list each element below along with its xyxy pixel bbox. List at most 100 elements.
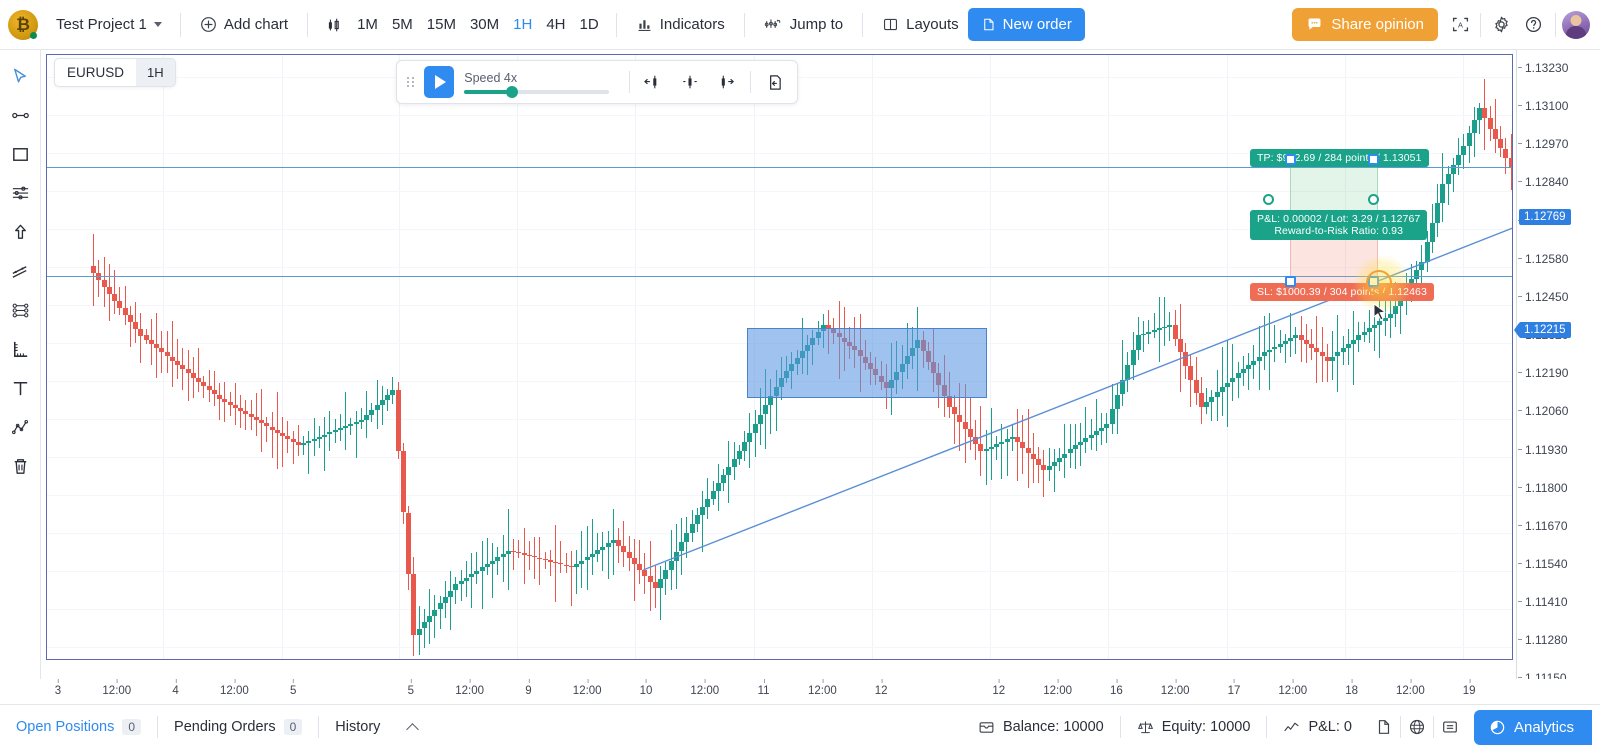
wallet-icon (978, 719, 995, 736)
speed-control[interactable]: Speed 4x (464, 71, 610, 98)
indicators-button[interactable]: Indicators (627, 10, 734, 39)
tp-left-handle[interactable] (1285, 154, 1296, 165)
timeframe-1h[interactable]: 1H (506, 11, 539, 38)
line-chart-icon (1283, 719, 1300, 736)
scales-icon (1137, 719, 1154, 736)
time-tick: 4 (172, 679, 179, 697)
price-tick: 1.11800 (1518, 480, 1568, 495)
pnl-stat: P&L: 0 (1267, 719, 1368, 736)
list-icon[interactable] (1434, 711, 1466, 743)
time-tick: 3 (54, 679, 62, 697)
symbol-name[interactable]: EURUSD (55, 59, 136, 86)
tab-history[interactable]: History (319, 713, 396, 741)
timeframe-1m[interactable]: 1M (350, 11, 385, 38)
timeframe-15m[interactable]: 15M (420, 11, 463, 38)
reset-replay-icon[interactable] (761, 68, 787, 96)
price-tick: 1.12190 (1517, 366, 1569, 381)
rectangle-tool[interactable] (4, 138, 37, 171)
divider (743, 12, 745, 37)
timeframe-30m[interactable]: 30M (463, 11, 506, 38)
play-button[interactable] (424, 66, 455, 98)
note-icon[interactable] (1368, 711, 1400, 743)
layouts-button[interactable]: Layouts (873, 10, 968, 39)
cursor-tool[interactable] (4, 60, 37, 93)
collapse-panel-button[interactable] (396, 715, 429, 740)
tab-pending-orders[interactable]: Pending Orders 0 (158, 713, 318, 741)
price-tick: 1.13100 (1517, 99, 1569, 114)
time-tick: 12:00 (102, 679, 132, 697)
share-opinion-button[interactable]: Share opinion (1292, 8, 1438, 41)
text-tool[interactable] (4, 372, 37, 405)
supply-zone-rectangle[interactable] (747, 328, 987, 398)
replay-playback-bar[interactable]: Speed 4x (396, 60, 798, 104)
drag-dots-icon[interactable] (407, 77, 414, 87)
measure-tool[interactable] (4, 333, 37, 366)
timeframe-1d[interactable]: 1D (573, 11, 606, 38)
current-candle-icon[interactable] (677, 68, 703, 96)
time-tick: 12:00 (220, 679, 249, 697)
pending-orders-label: Pending Orders (174, 719, 276, 735)
speed-slider-fill (464, 89, 513, 94)
add-chart-label: Add chart (223, 16, 289, 33)
entry-left-handle[interactable] (1263, 194, 1274, 205)
new-order-icon (981, 17, 996, 32)
price-axis[interactable]: 1.132301.131001.129701.128401.127101.125… (1516, 50, 1600, 749)
price-tick: 1.12450 (1517, 289, 1569, 304)
chart-container[interactable]: TP: $922.69 / 284 points / 1.13051 P&L: … (41, 50, 1516, 679)
fullscreen-icon[interactable]: A (1444, 9, 1476, 41)
divider (1555, 12, 1556, 37)
sl-left-handle[interactable] (1285, 276, 1296, 287)
take-profit-label[interactable]: TP: $922.69 / 284 points / 1.13051 (1250, 149, 1429, 167)
question-circle-icon[interactable] (1517, 9, 1549, 41)
speed-slider-knob[interactable] (506, 85, 519, 98)
remove-drawings-tool[interactable] (4, 450, 37, 483)
tab-open-positions[interactable]: Open Positions 0 (0, 713, 157, 741)
drawing-tool-rail (0, 50, 41, 679)
pie-chart-icon (1489, 719, 1506, 736)
time-tick: 12 (992, 679, 1006, 697)
speed-slider[interactable] (464, 85, 610, 98)
time-tick: 10 (639, 679, 653, 697)
app-logo-icon[interactable]: ₿ (8, 9, 38, 40)
avatar[interactable] (1562, 10, 1590, 39)
timeframe-5m[interactable]: 5M (385, 11, 420, 38)
tp-right-handle[interactable] (1368, 154, 1379, 165)
chevron-up-icon (406, 722, 420, 736)
time-axis[interactable]: 3 12:00 4 12:00 5 5 12:00 9 12:00 10 12:00 11 12:00 1… (0, 679, 1600, 705)
jump-to-button[interactable]: Jump to (755, 10, 852, 39)
indicators-label: Indicators (659, 16, 725, 33)
fib-retracement-tool[interactable] (4, 177, 37, 210)
entry-right-handle[interactable] (1368, 194, 1379, 205)
parallel-channel-tool[interactable] (4, 255, 37, 288)
gear-icon[interactable] (1485, 9, 1517, 41)
arrow-marker-tool[interactable] (4, 216, 37, 249)
symbol-timeframe[interactable]: 1H (136, 59, 175, 86)
time-tick: 9 (525, 679, 532, 697)
timeframe-4h[interactable]: 4H (539, 11, 572, 38)
candlestick-plot[interactable]: TP: $922.69 / 284 points / 1.13051 P&L: … (46, 54, 1513, 660)
time-tick: 19 (1462, 679, 1476, 697)
add-chart-button[interactable]: Add chart (191, 10, 297, 39)
equity-label: Equity: 10000 (1161, 719, 1251, 735)
reward-risk-line: Reward-to-Risk Ratio: 0.93 (1274, 225, 1404, 237)
pnl-label[interactable]: P&L: 0.00002 / Lot: 3.29 / 1.12767 Rewar… (1250, 210, 1428, 240)
price-tick: 1.11930 (1518, 442, 1568, 457)
support-price-badge[interactable]: 1.12215 (1519, 322, 1571, 338)
globe-icon[interactable] (1401, 711, 1433, 743)
trend-line-tool[interactable] (4, 99, 37, 132)
analytics-button[interactable]: Analytics (1473, 709, 1592, 745)
drawing-group-tool[interactable] (4, 411, 37, 444)
jump-to-label: Jump to (789, 16, 844, 33)
step-back-candle-icon[interactable] (640, 68, 666, 96)
step-forward-candle-icon[interactable] (713, 68, 739, 96)
current-price-badge[interactable]: 1.12769 (1519, 209, 1571, 225)
candlestick-icon[interactable] (318, 9, 350, 41)
new-order-button[interactable]: New order (967, 8, 1085, 41)
price-tick: 1.13230 (1517, 61, 1569, 75)
pending-orders-count: 0 (283, 719, 303, 735)
long-short-position-tool[interactable] (4, 294, 37, 327)
project-selector[interactable]: Test Project 1 (48, 11, 170, 38)
symbol-badge[interactable]: EURUSD 1H (54, 58, 176, 87)
time-tick: 12:00 (455, 679, 484, 697)
time-tick: 12 (874, 679, 888, 697)
